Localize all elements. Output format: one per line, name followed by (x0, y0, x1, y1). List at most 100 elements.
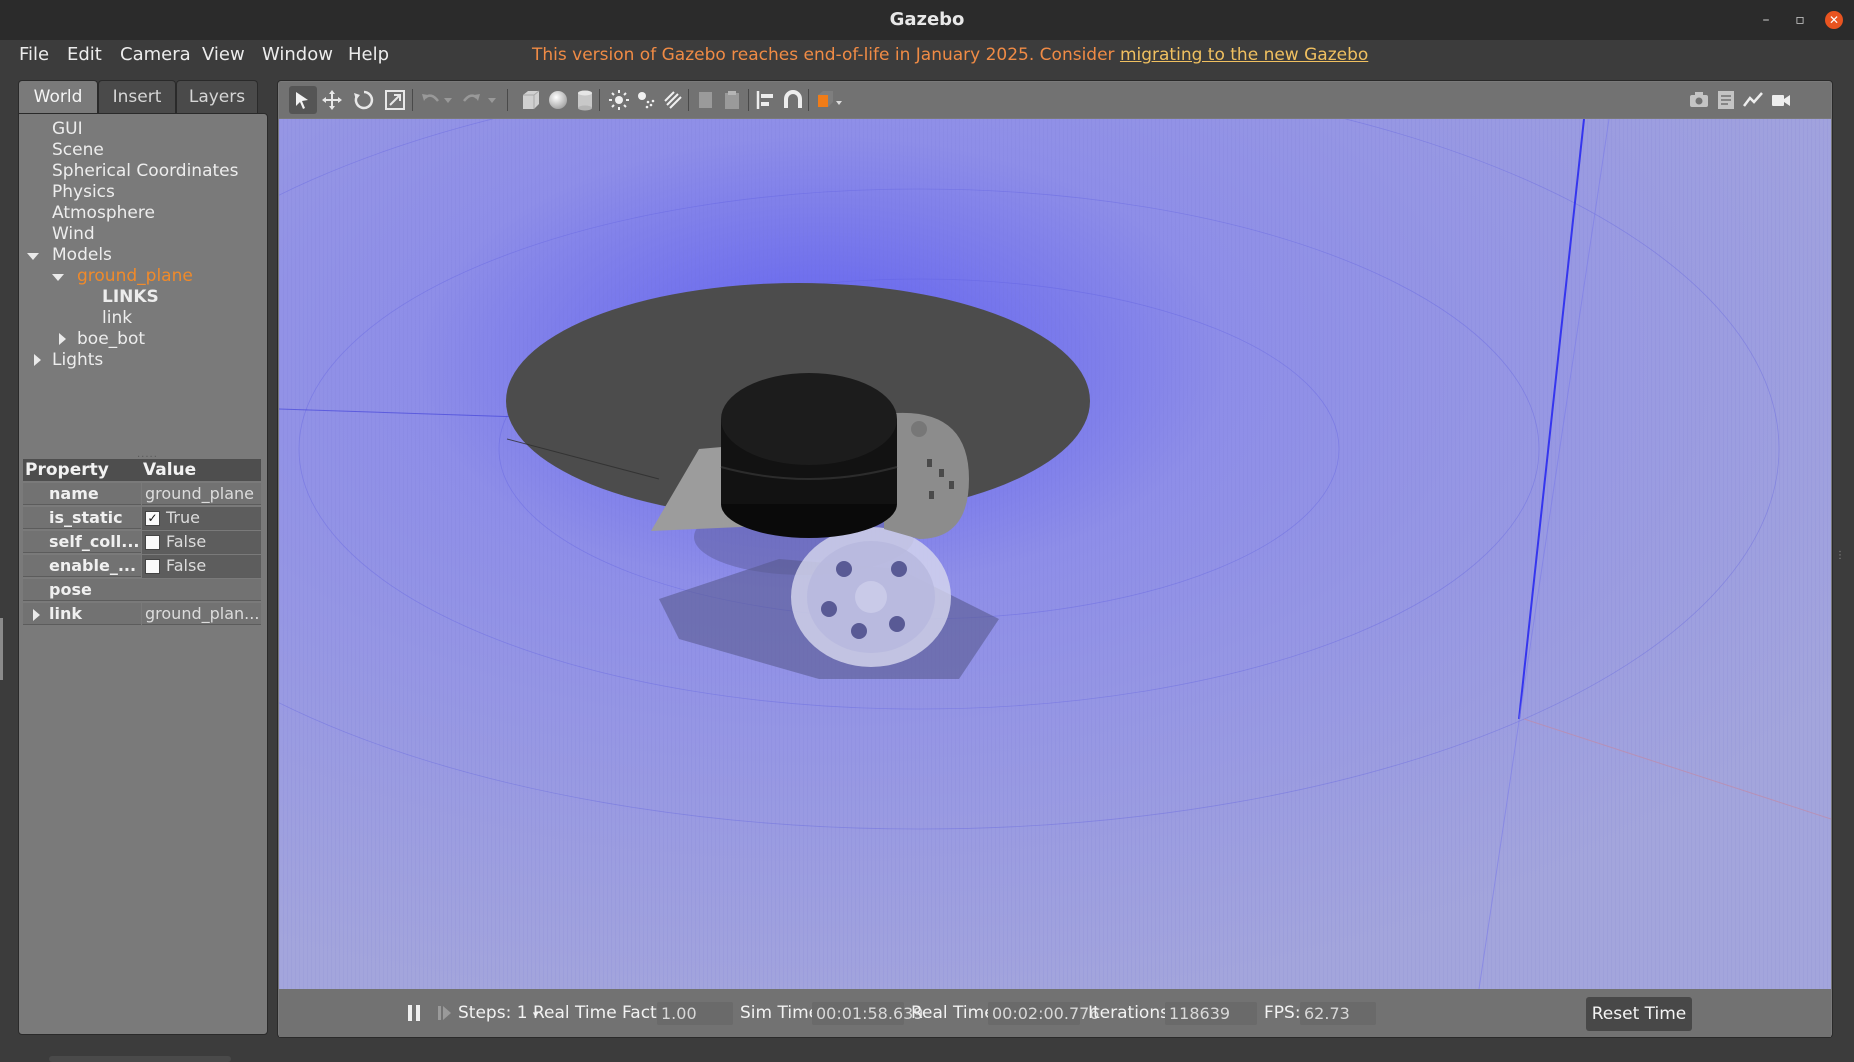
checkbox-label: False (166, 556, 207, 575)
tree-item-atmosphere[interactable]: Atmosphere (52, 203, 155, 224)
checkbox-label: False (166, 532, 207, 551)
step-icon[interactable] (437, 1004, 453, 1022)
collapsed-arrow-icon[interactable] (59, 333, 66, 345)
status-bar: Steps: 1 ▾ Real Time Factor: 1.00 Sim Ti… (279, 989, 1831, 1037)
log-icon[interactable] (1714, 88, 1738, 112)
render-viewport: Steps: 1 ▾ Real Time Factor: 1.00 Sim Ti… (277, 80, 1833, 1038)
video-record-icon[interactable] (1769, 88, 1793, 112)
paste-icon[interactable] (721, 88, 745, 112)
screenshot-icon[interactable] (1687, 88, 1711, 112)
lidar-sensor (720, 373, 898, 538)
real-time-label: Real Time: (911, 1003, 1001, 1023)
column-header-property: Property (23, 459, 141, 481)
checkbox-unchecked[interactable] (145, 559, 160, 574)
fps-label: FPS: (1264, 1003, 1301, 1023)
real-time-value: 00:02:00.776 (988, 1002, 1099, 1025)
property-value-cell[interactable]: ✓ True (142, 507, 261, 530)
expanded-arrow-icon[interactable] (52, 274, 64, 281)
menu-view[interactable]: View (202, 40, 245, 70)
expanded-arrow-icon[interactable] (27, 253, 39, 260)
toolbar-separator (507, 89, 508, 111)
menu-bar: File Edit Camera View Window Help This v… (0, 40, 1854, 70)
copy-icon[interactable] (694, 88, 718, 112)
menu-file[interactable]: File (19, 40, 49, 70)
checkbox-unchecked[interactable] (145, 535, 160, 550)
scale-icon[interactable] (383, 88, 407, 112)
right-splitter-handle[interactable]: ⋮ (1835, 550, 1845, 561)
tree-item-physics[interactable]: Physics (52, 182, 115, 203)
property-key: name (23, 483, 141, 505)
translate-icon[interactable] (320, 88, 344, 112)
box-shape-icon[interactable] (519, 88, 543, 112)
collapsed-arrow-icon[interactable] (34, 354, 41, 366)
checkbox-checked[interactable]: ✓ (145, 511, 160, 526)
title-bar: Gazebo – ▫ ✕ (0, 0, 1854, 40)
undo-history-icon[interactable] (441, 88, 455, 112)
sphere-shape-icon[interactable] (546, 88, 570, 112)
tree-item-link[interactable]: link (102, 308, 132, 329)
redo-icon[interactable] (459, 88, 483, 112)
horizontal-scrollbar[interactable] (49, 1056, 231, 1062)
cylinder-shape-icon[interactable] (573, 88, 597, 112)
property-row-enable-wind: enable_... False (23, 555, 261, 578)
window-title: Gazebo (889, 9, 965, 30)
tab-world[interactable]: World (18, 80, 98, 113)
iterations-value: 118639 (1165, 1002, 1257, 1025)
rtf-value: 1.00 (657, 1002, 733, 1025)
align-icon[interactable] (754, 88, 778, 112)
menu-help[interactable]: Help (348, 40, 389, 70)
select-arrow-icon[interactable] (289, 86, 317, 114)
tree-item-scene[interactable]: Scene (52, 140, 104, 161)
pause-icon[interactable] (406, 1003, 422, 1023)
view-angle-icon[interactable] (814, 88, 844, 112)
property-value-cell[interactable]: False (142, 555, 261, 578)
spot-light-icon[interactable] (634, 88, 658, 112)
close-icon[interactable]: ✕ (1825, 11, 1843, 29)
property-group-link[interactable]: link ground_plan... (23, 603, 261, 626)
tree-item-spherical-coordinates[interactable]: Spherical Coordinates (52, 161, 238, 182)
property-key: self_coll... (23, 531, 141, 553)
undo-icon[interactable] (419, 88, 443, 112)
tree-item-ground-plane[interactable]: ground_plane (77, 266, 193, 287)
snap-icon[interactable] (781, 88, 805, 112)
menu-camera[interactable]: Camera (120, 40, 191, 70)
menu-window[interactable]: Window (262, 40, 333, 70)
eol-notice-text: This version of Gazebo reaches end-of-li… (532, 45, 1120, 65)
reset-time-button[interactable]: Reset Time (1586, 997, 1692, 1031)
steps-spinner[interactable]: Steps: 1 ▾ (458, 989, 538, 1039)
toolbar-separator (808, 89, 809, 111)
tab-insert[interactable]: Insert (98, 80, 176, 113)
tree-item-boe-bot[interactable]: boe_bot (77, 329, 145, 350)
redo-history-icon[interactable] (485, 88, 499, 112)
left-panel: World Insert Layers GUI Scene Spherical … (18, 80, 268, 1062)
checkbox-label: True (166, 508, 200, 527)
tree-item-gui[interactable]: GUI (52, 119, 83, 140)
maximize-icon[interactable]: ▫ (1791, 11, 1809, 29)
menu-edit[interactable]: Edit (67, 40, 102, 70)
directional-light-icon[interactable] (661, 88, 685, 112)
iterations-label: Iterations: (1088, 1003, 1175, 1023)
migrate-link[interactable]: migrating to the new Gazebo (1120, 45, 1368, 65)
tree-item-wind[interactable]: Wind (52, 224, 95, 245)
minimize-icon[interactable]: – (1757, 11, 1775, 29)
property-key: enable_... (23, 555, 141, 577)
tree-item-links-header: LINKS (102, 287, 159, 307)
toolbar-separator (599, 89, 600, 111)
point-light-icon[interactable] (607, 88, 631, 112)
3d-scene-view[interactable] (279, 119, 1831, 989)
tab-layers[interactable]: Layers (176, 80, 258, 113)
plot-icon[interactable] (1741, 88, 1765, 112)
property-row-name: name ground_plane (23, 483, 261, 506)
tree-item-lights[interactable]: Lights (52, 350, 103, 371)
wheel (791, 527, 951, 667)
tree-item-models[interactable]: Models (52, 245, 112, 266)
fps-value: 62.73 (1300, 1002, 1376, 1025)
rotate-icon[interactable] (352, 88, 376, 112)
property-row-self-collide: self_coll... False (23, 531, 261, 554)
eol-notice: This version of Gazebo reaches end-of-li… (532, 40, 1368, 70)
property-value[interactable]: ground_plane (142, 483, 261, 505)
collapsed-arrow-icon[interactable] (33, 609, 40, 621)
property-row-is-static: is_static ✓ True (23, 507, 261, 530)
property-value-cell[interactable]: False (142, 531, 261, 554)
property-group-pose[interactable]: pose (23, 579, 261, 602)
